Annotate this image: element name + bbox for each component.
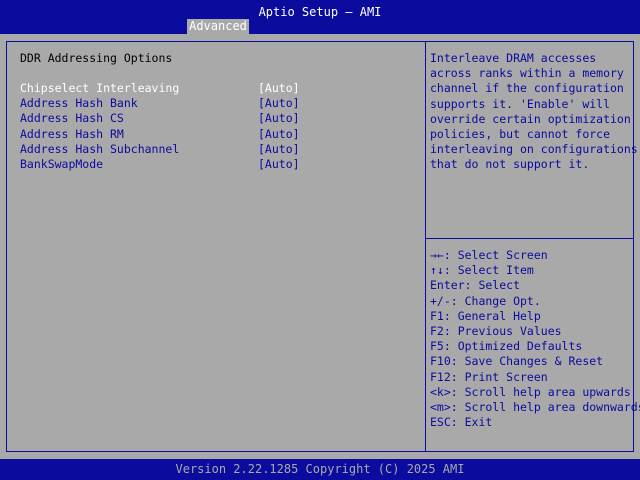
setting-value[interactable]: [Auto]: [258, 127, 300, 142]
key-help-list: →←: Select Screen ↑↓: Select Item Enter:…: [430, 248, 640, 430]
setting-value[interactable]: [Auto]: [258, 81, 300, 96]
key-help-item: +/-: Change Opt.: [430, 293, 541, 308]
setting-address-hash-cs[interactable]: Address Hash CS [Auto]: [20, 111, 310, 126]
tab-advanced[interactable]: Advanced: [187, 19, 249, 34]
header-bar: Aptio Setup – AMI Advanced: [0, 0, 640, 34]
key-help-item: <m>: Scroll help area downwards: [430, 399, 640, 414]
setting-address-hash-subchannel[interactable]: Address Hash Subchannel [Auto]: [20, 142, 310, 157]
version-text: Version 2.22.1285 Copyright (C) 2025 AMI: [175, 462, 465, 476]
setting-chipselect-interleaving[interactable]: Chipselect Interleaving [Auto]: [20, 81, 310, 96]
setting-label: BankSwapMode: [20, 156, 104, 171]
key-help-item: Enter: Select: [430, 278, 521, 293]
setting-value[interactable]: [Auto]: [258, 96, 300, 111]
setting-label: Address Hash Bank: [20, 96, 138, 111]
key-help-item: →←: Select Screen: [430, 248, 548, 262]
setting-address-hash-rm[interactable]: Address Hash RM [Auto]: [20, 127, 310, 142]
key-help-item: ESC: Exit: [430, 415, 493, 430]
setting-label: Chipselect Interleaving: [20, 81, 180, 95]
setting-address-hash-bank[interactable]: Address Hash Bank [Auto]: [20, 96, 310, 111]
setting-label: Address Hash CS: [20, 111, 124, 126]
setting-label: Address Hash Subchannel: [20, 141, 180, 156]
setting-value[interactable]: [Auto]: [258, 142, 300, 157]
setting-bankswapmode[interactable]: BankSwapMode [Auto]: [20, 157, 310, 172]
settings-list: Chipselect Interleaving [Auto] Address H…: [20, 81, 310, 172]
key-help-item: <k>: Scroll help area upwards: [430, 384, 631, 399]
key-help-item: F2: Previous Values: [430, 323, 562, 338]
setting-value[interactable]: [Auto]: [258, 157, 300, 172]
key-help-item: F1: General Help: [430, 308, 541, 323]
help-divider-horizontal: [426, 238, 634, 239]
setting-value[interactable]: [Auto]: [258, 111, 300, 126]
panel-divider-vertical: [425, 41, 426, 452]
app-title: Aptio Setup – AMI: [258, 5, 382, 19]
key-help-item: ↑↓: Select Item: [430, 263, 534, 278]
page-title: DDR Addressing Options: [20, 51, 173, 65]
setting-label: Address Hash RM: [20, 126, 124, 141]
key-help-item: F10: Save Changes & Reset: [430, 354, 604, 369]
help-description: Interleave DRAM accesses across ranks wi…: [430, 51, 638, 172]
footer-bar: Version 2.22.1285 Copyright (C) 2025 AMI: [0, 459, 640, 480]
key-help-item: F12: Print Screen: [430, 369, 548, 384]
key-help-item: F5: Optimized Defaults: [430, 339, 583, 354]
